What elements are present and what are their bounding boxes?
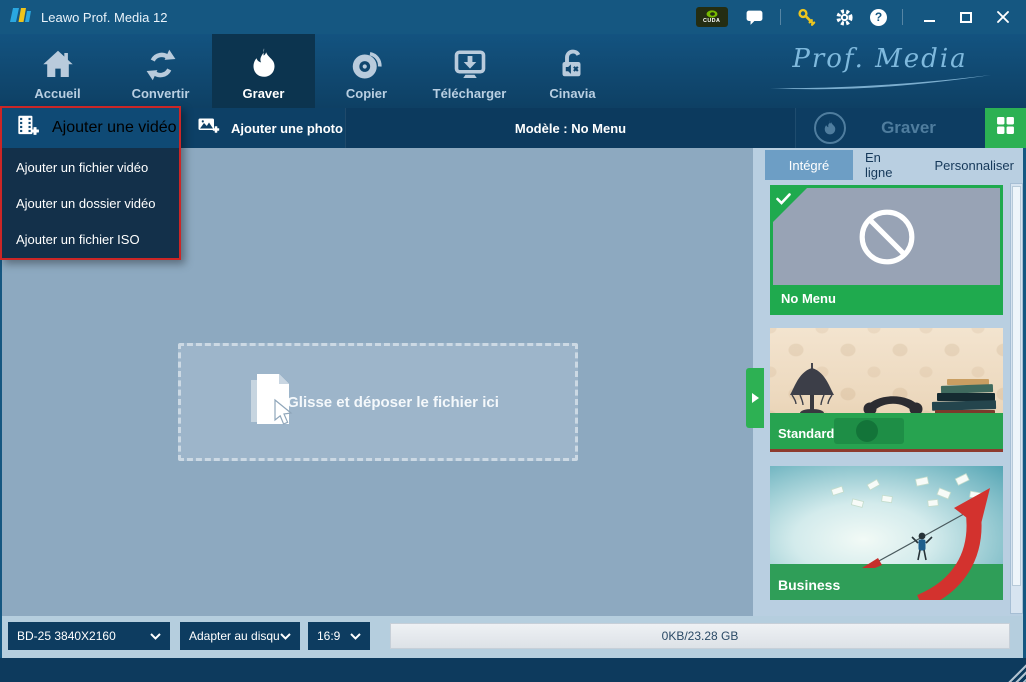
bottom-settings-bar: BD-25 3840X2160 Adapter au disqu 16:9 0K… [0,616,1026,658]
nav-tab-copier[interactable]: Copier [315,34,418,108]
nav-tab-label: Cinavia [549,86,596,101]
nav-tab-telecharger[interactable]: Télécharger [418,34,521,108]
scrollbar-thumb[interactable] [1012,186,1021,586]
tab-personnaliser[interactable]: Personnaliser [923,150,1026,180]
nav-tab-label: Convertir [131,86,190,101]
fit-to-disc-value: Adapter au disqu [189,629,280,643]
nav-tab-label: Accueil [34,86,81,101]
grid-icon [996,116,1015,140]
titlebar-separator [780,9,781,25]
menu-item-add-iso-file[interactable]: Ajouter un fichier ISO [2,222,179,258]
main-nav: Accueil Convertir Graver Copier Téléchar… [0,34,1026,108]
nav-tab-convertir[interactable]: Convertir [109,34,212,108]
template-name: Standard [778,426,835,441]
menu-item-add-video-folder[interactable]: Ajouter un dossier vidéo [2,186,179,222]
nav-tab-label: Télécharger [432,86,507,101]
brand-swoosh [770,75,991,90]
template-name: No Menu [773,285,1000,312]
cinavia-unlock-icon [555,41,591,83]
burn-flame-icon [246,41,282,83]
burn-action-area[interactable]: Graver [795,108,985,148]
settings-gear-icon[interactable] [833,6,855,28]
template-status-label: Modèle : No Menu [514,120,627,136]
app-window: Leawo Prof. Media 12 CUDA ? Accueil Conv… [0,0,1026,682]
panel-scrollbar[interactable] [1010,183,1023,614]
feedback-icon[interactable] [743,6,765,28]
menu-item-add-video-file[interactable]: Ajouter un fichier vidéo [2,150,179,186]
template-card-no-menu[interactable]: No Menu [770,185,1003,315]
no-symbol-icon [859,209,914,264]
nav-tab-label: Graver [242,86,285,101]
home-icon [39,41,77,83]
nav-tab-cinavia[interactable]: Cinavia [521,34,624,108]
resize-grip[interactable] [1008,664,1026,682]
file-dropzone[interactable]: Glisse et déposer le fichier ici [178,343,578,461]
template-card-standard[interactable]: Standard [770,328,1003,452]
convert-icon [142,41,180,83]
chevron-right-icon [751,393,759,403]
fit-to-disc-dropdown[interactable]: Adapter au disqu [180,622,300,650]
template-panel: Intégré En ligne Personnaliser No Menu S… [753,148,1026,616]
aspect-ratio-dropdown[interactable]: 16:9 [308,622,370,650]
template-card-business[interactable]: Business [770,466,1003,600]
brand-text: Prof. Media [792,44,968,74]
add-video-label: Ajouter une vidéo [52,119,177,136]
no-menu-preview [773,188,1000,285]
template-grid-button[interactable] [985,108,1026,148]
burn-button-label: Graver [881,118,936,137]
drop-file-cursor-icon [245,372,301,439]
app-logo-icon [10,6,32,29]
disc-format-value: BD-25 3840X2160 [17,629,116,643]
minimize-button[interactable] [918,6,940,28]
nav-tab-graver[interactable]: Graver [212,34,315,108]
tab-en-ligne[interactable]: En ligne [853,150,923,180]
nav-tab-label: Copier [345,86,388,101]
add-photo-icon [195,114,221,143]
template-status: Modèle : No Menu [345,108,795,148]
disc-format-dropdown[interactable]: BD-25 3840X2160 [8,622,170,650]
tab-integre[interactable]: Intégré [765,150,853,180]
add-video-icon [14,113,40,144]
add-photo-button[interactable]: Ajouter une photo [180,108,345,148]
maximize-button[interactable] [955,6,977,28]
register-key-icon[interactable] [796,6,818,28]
capacity-text: 0KB/23.28 GB [661,629,739,643]
close-button[interactable] [992,6,1014,28]
brand-logo: Prof. Media [760,44,1000,97]
panel-collapse-handle[interactable] [746,368,764,428]
add-video-dropdown-menu: Ajouter un fichier vidéo Ajouter un doss… [2,148,179,258]
nav-tab-accueil[interactable]: Accueil [6,34,109,108]
add-photo-label: Ajouter une photo [231,120,343,136]
chevron-down-icon [150,632,161,640]
download-icon [451,41,489,83]
burn-flame-circle-icon [814,112,846,144]
titlebar-separator [902,9,903,25]
aspect-ratio-value: 16:9 [317,629,341,643]
cuda-badge[interactable]: CUDA [696,7,728,27]
window-title: Leawo Prof. Media 12 [41,9,168,25]
check-icon [776,192,791,210]
help-icon[interactable]: ? [870,8,887,26]
add-video-button[interactable]: Ajouter une vidéo [2,108,179,148]
template-panel-tabs: Intégré En ligne Personnaliser [753,150,1026,180]
statusbar [0,658,1026,682]
capacity-progressbar: 0KB/23.28 GB [390,623,1010,649]
copy-disc-icon [348,41,386,83]
chevron-down-icon [350,632,361,640]
chevron-down-icon [280,632,291,640]
titlebar: Leawo Prof. Media 12 CUDA ? [0,0,1026,34]
template-name: Business [778,577,841,593]
add-video-menu-highlight: Ajouter une vidéo Ajouter un fichier vid… [0,106,181,260]
camera-lens-silhouette [856,420,878,442]
